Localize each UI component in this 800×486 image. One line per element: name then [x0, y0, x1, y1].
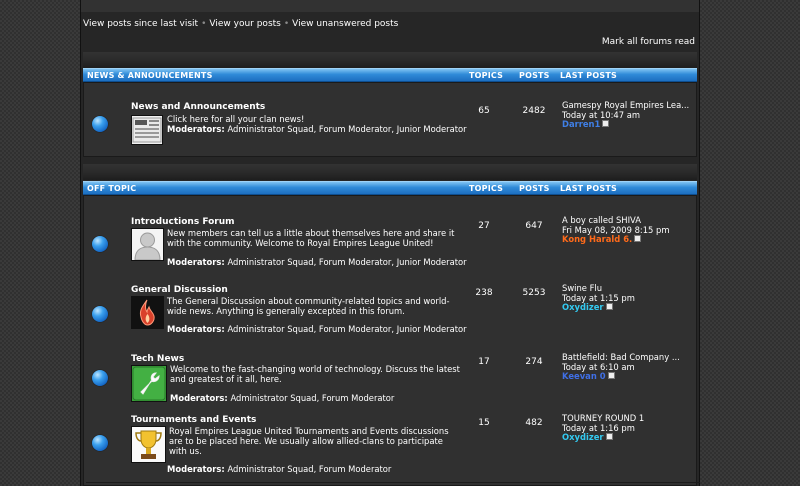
last-post-time: Fri May 08, 2009 8:15 pm: [562, 224, 670, 235]
column-last-posts: LAST POSTS: [560, 71, 617, 80]
forum-title[interactable]: Introductions Forum: [131, 217, 235, 227]
forum-status-icon: [92, 306, 108, 322]
category-header-off-topic: OFF TOPIC TOPICS POSTS LAST POSTS: [83, 181, 697, 195]
column-posts: POSTS: [519, 184, 550, 193]
forum-description: Welcome to the fast-changing world of te…: [170, 364, 460, 384]
posts-count: 274: [525, 357, 543, 367]
view-latest-post-icon[interactable]: [605, 433, 613, 440]
posts-count: 482: [525, 418, 543, 428]
newspaper-icon: [131, 115, 163, 145]
category-body-off-topic: Introductions Forum New members can tell…: [83, 195, 700, 486]
last-post-title[interactable]: A boy called SHIVA: [562, 215, 641, 225]
last-post-author[interactable]: Oxydizer: [562, 302, 604, 312]
last-post-time: Today at 10:47 am: [562, 109, 641, 120]
forum-moderators: Moderators: Administrator Squad, Forum M…: [167, 324, 467, 334]
last-post-title[interactable]: TOURNEY ROUND 1: [562, 413, 644, 423]
last-post: Gamespy Royal Empires Lea... Today at 10…: [562, 100, 692, 130]
forum-moderators: Moderators: Administrator Squad, Forum M…: [167, 464, 467, 474]
moderators-list: Administrator Squad, Forum Moderator, Ju…: [227, 324, 467, 334]
forum-title[interactable]: News and Announcements: [131, 102, 265, 112]
last-post-title[interactable]: Swine Flu: [562, 283, 602, 293]
view-unanswered-posts-link[interactable]: View unanswered posts: [292, 19, 398, 29]
category-title: OFF TOPIC: [87, 184, 137, 193]
quick-links: View posts since last visit • View your po…: [83, 19, 398, 29]
forum-description: The General Discussion about community-r…: [167, 296, 450, 316]
column-topics: TOPICS: [469, 71, 504, 80]
category-spacer: [83, 52, 697, 68]
last-post-title[interactable]: Battlefield: Bad Company ...: [562, 352, 680, 362]
last-post-time: Today at 1:16 pm: [562, 422, 635, 433]
moderators-list: Administrator Squad, Forum Moderator: [227, 464, 392, 474]
forum-moderators: Moderators: Administrator Squad, Forum M…: [167, 257, 467, 267]
view-latest-post-icon[interactable]: [602, 120, 610, 127]
forum-status-icon: [92, 236, 108, 252]
forum-moderators: Moderators: Administrator Squad, Forum M…: [170, 393, 470, 403]
moderators-list: Administrator Squad, Forum Moderator, Ju…: [227, 124, 467, 134]
view-latest-post-icon[interactable]: [607, 372, 615, 379]
moderators-label: Moderators:: [167, 464, 225, 474]
category-header-news: NEWS & ANNOUNCEMENTS TOPICS POSTS LAST P…: [83, 68, 697, 82]
category-spacer: [83, 164, 697, 180]
moderators-list: Administrator Squad, Forum Moderator, Ju…: [227, 257, 467, 267]
posts-count: 5253: [522, 288, 546, 298]
last-post: TOURNEY ROUND 1 Today at 1:16 pm Oxydize…: [562, 413, 692, 443]
last-post-author[interactable]: Darren1: [562, 119, 600, 129]
separator: •: [283, 19, 290, 29]
column-last-posts: LAST POSTS: [560, 184, 617, 193]
forum-title[interactable]: General Discussion: [131, 285, 228, 295]
forum-status-icon: [92, 435, 108, 451]
moderators-label: Moderators:: [170, 393, 228, 403]
row-divider: [86, 482, 700, 483]
last-post-time: Today at 1:15 pm: [562, 292, 635, 303]
forum-status-icon: [92, 116, 108, 132]
last-post-author[interactable]: Oxydizer: [562, 432, 604, 442]
person-silhouette-icon: [131, 228, 164, 261]
forum-description: New members can tell us a little about t…: [167, 228, 455, 248]
posts-count: 647: [525, 221, 543, 231]
moderators-list: Administrator Squad, Forum Moderator: [230, 393, 395, 403]
forum-title[interactable]: Tech News: [131, 354, 184, 364]
trophy-icon: [131, 426, 166, 463]
posts-count: 2482: [522, 106, 546, 116]
flame-icon: [131, 296, 164, 329]
column-topics: TOPICS: [469, 184, 504, 193]
category-title: NEWS & ANNOUNCEMENTS: [87, 71, 213, 80]
last-post-author[interactable]: Kong Harald 6.: [562, 234, 632, 244]
forum-moderators: Moderators: Administrator Squad, Forum M…: [167, 124, 467, 134]
view-your-posts-link[interactable]: View your posts: [209, 19, 280, 29]
moderators-label: Moderators:: [167, 257, 225, 267]
column-posts: POSTS: [519, 71, 550, 80]
top-bar: [81, 0, 699, 12]
wrench-icon: [131, 365, 167, 402]
moderators-label: Moderators:: [167, 324, 225, 334]
forum-page: View posts since last visit • View your po…: [80, 0, 700, 486]
category-body-news: News and Announcements Click here for al…: [83, 82, 697, 157]
moderators-label: Moderators:: [167, 124, 225, 134]
view-posts-since-last-visit-link[interactable]: View posts since last visit: [83, 19, 198, 29]
last-post: Swine Flu Today at 1:15 pm Oxydizer: [562, 283, 692, 313]
mark-all-forums-read-link[interactable]: Mark all forums read: [602, 37, 695, 47]
forum-description: Royal Empires League United Tournaments …: [169, 426, 449, 456]
last-post: Battlefield: Bad Company ... Today at 6:…: [562, 352, 692, 382]
last-post: A boy called SHIVA Fri May 08, 2009 8:15…: [562, 215, 692, 245]
view-latest-post-icon[interactable]: [605, 303, 613, 310]
forum-description: Click here for all your clan news!: [167, 114, 305, 124]
last-post-time: Today at 6:10 am: [562, 361, 635, 372]
last-post-author[interactable]: Keevan 0: [562, 371, 606, 381]
view-latest-post-icon[interactable]: [634, 235, 642, 242]
forum-title[interactable]: Tournaments and Events: [131, 415, 256, 425]
separator: •: [201, 19, 207, 29]
last-post-title[interactable]: Gamespy Royal Empires Lea...: [562, 100, 689, 110]
forum-status-icon: [92, 370, 108, 386]
